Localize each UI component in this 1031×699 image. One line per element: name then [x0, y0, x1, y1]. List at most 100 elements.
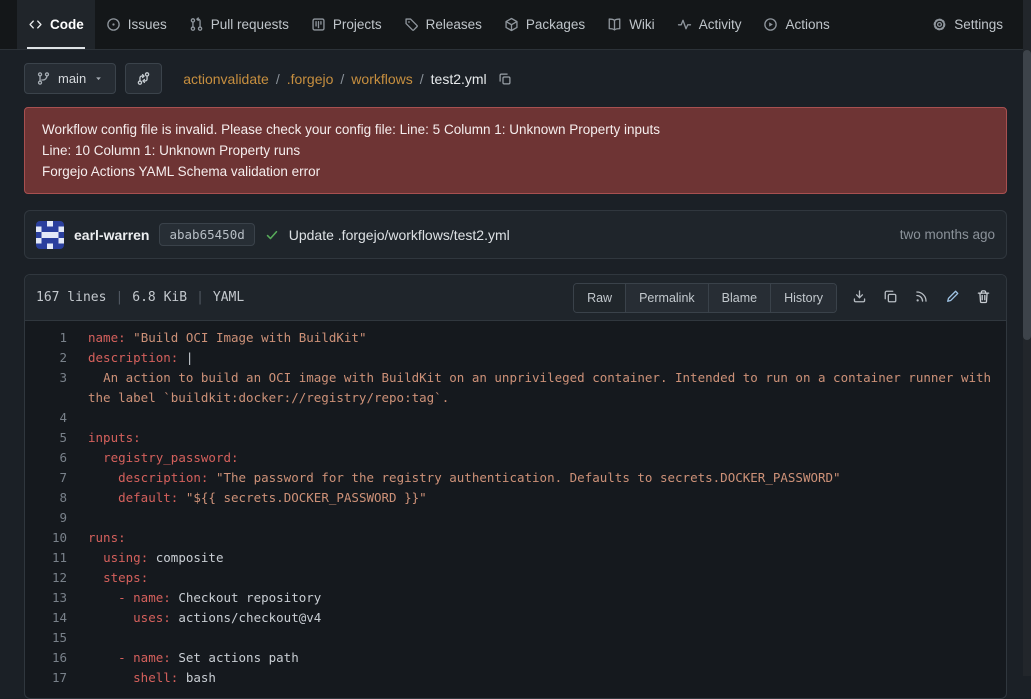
package-icon — [504, 17, 519, 32]
breadcrumb-segment[interactable]: actionvalidate — [183, 71, 269, 87]
line-number[interactable]: 13 — [25, 588, 88, 608]
file-toolbar: main actionvalidate/.forgejo/workflows/t… — [24, 63, 1007, 94]
delete-button[interactable] — [976, 289, 991, 307]
project-icon — [311, 17, 326, 32]
tab-projects[interactable]: Projects — [300, 0, 393, 49]
history-button[interactable]: History — [770, 284, 836, 312]
tab-wiki[interactable]: Wiki — [596, 0, 666, 49]
error-banner: Workflow config file is invalid. Please … — [24, 107, 1007, 194]
code-line-content — [88, 628, 1006, 648]
code-line: 16 - name: Set actions path — [25, 648, 1006, 668]
error-message-line: Line: 10 Column 1: Unknown Property runs — [42, 140, 989, 161]
breadcrumb-separator: / — [276, 71, 280, 87]
line-number[interactable]: 3 — [25, 368, 88, 408]
breadcrumb-separator: / — [340, 71, 344, 87]
tab-actions[interactable]: Actions — [752, 0, 840, 49]
file-action-icons — [852, 289, 995, 307]
tab-issues-label: Issues — [128, 17, 167, 32]
code-line-content: registry_password: — [88, 448, 1006, 468]
code-line-content: shell: bash — [88, 668, 1006, 688]
git-branch-icon — [36, 71, 51, 86]
code-line-content: An action to build an OCI image with Bui… — [88, 368, 1006, 408]
code-line: 17 shell: bash — [25, 668, 1006, 688]
line-number[interactable]: 1 — [25, 328, 88, 348]
file-meta-item: YAML — [213, 290, 244, 305]
scrollbar-thumb[interactable] — [1023, 50, 1031, 340]
line-number[interactable]: 17 — [25, 668, 88, 688]
code-line-content: steps: — [88, 568, 1006, 588]
edit-button[interactable] — [945, 289, 960, 307]
code-view: 1name: "Build OCI Image with BuildKit"2d… — [25, 321, 1006, 698]
raw-button[interactable]: Raw — [574, 284, 625, 312]
caret-down-icon — [93, 73, 104, 84]
commit-author[interactable]: earl-warren — [74, 227, 149, 243]
commit-status-check-icon[interactable] — [265, 228, 279, 242]
nav-spacer — [841, 0, 921, 49]
permalink-button[interactable]: Permalink — [625, 284, 708, 312]
code-line: 2description: | — [25, 348, 1006, 368]
copy-content-button[interactable] — [883, 289, 898, 307]
copy-path-icon[interactable] — [498, 72, 512, 86]
code-line-content: name: "Build OCI Image with BuildKit" — [88, 328, 1006, 348]
breadcrumb-segment: test2.yml — [431, 71, 487, 87]
git-compare-icon — [136, 71, 151, 86]
code-line: 9 — [25, 508, 1006, 528]
compare-button[interactable] — [125, 63, 162, 94]
branch-name: main — [58, 71, 86, 86]
code-line: 12 steps: — [25, 568, 1006, 588]
code-line-content — [88, 508, 1006, 528]
play-icon — [763, 17, 778, 32]
line-number[interactable]: 15 — [25, 628, 88, 648]
line-number[interactable]: 11 — [25, 548, 88, 568]
line-number[interactable]: 16 — [25, 648, 88, 668]
tab-releases[interactable]: Releases — [393, 0, 493, 49]
tab-issues[interactable]: Issues — [95, 0, 178, 49]
commit-message[interactable]: Update .forgejo/workflows/test2.yml — [289, 227, 510, 243]
error-message-line: Forgejo Actions YAML Schema validation e… — [42, 161, 989, 182]
line-number[interactable]: 9 — [25, 508, 88, 528]
edit-icon — [945, 289, 960, 304]
breadcrumb-segment[interactable]: .forgejo — [287, 71, 334, 87]
rss-button[interactable] — [914, 289, 929, 307]
issue-icon — [106, 17, 121, 32]
file-view: 167 lines|6.8 KiB|YAML RawPermalinkBlame… — [24, 274, 1007, 699]
scrollbar-track[interactable] — [1023, 0, 1031, 676]
code-line: 5inputs: — [25, 428, 1006, 448]
tab-projects-label: Projects — [333, 17, 382, 32]
code-line-content — [88, 408, 1006, 428]
download-button[interactable] — [852, 289, 867, 307]
file-actions: RawPermalinkBlameHistory — [573, 283, 995, 313]
pull-request-icon — [189, 17, 204, 32]
tab-settings[interactable]: Settings — [921, 0, 1014, 49]
delete-icon — [976, 289, 991, 304]
code-line: 10runs: — [25, 528, 1006, 548]
tab-code[interactable]: Code — [17, 0, 95, 49]
breadcrumb-segment[interactable]: workflows — [351, 71, 412, 87]
line-number[interactable]: 8 — [25, 488, 88, 508]
line-number[interactable]: 12 — [25, 568, 88, 588]
line-number[interactable]: 5 — [25, 428, 88, 448]
tab-packages[interactable]: Packages — [493, 0, 596, 49]
line-number[interactable]: 4 — [25, 408, 88, 428]
line-number[interactable]: 14 — [25, 608, 88, 628]
tab-activity[interactable]: Activity — [666, 0, 753, 49]
code-line: 11 using: composite — [25, 548, 1006, 568]
pulse-icon — [677, 17, 692, 32]
code-line-content: description: | — [88, 348, 1006, 368]
tab-pull-requests[interactable]: Pull requests — [178, 0, 300, 49]
line-number[interactable]: 10 — [25, 528, 88, 548]
tab-packages-label: Packages — [526, 17, 585, 32]
line-number[interactable]: 7 — [25, 468, 88, 488]
error-message-line: Workflow config file is invalid. Please … — [42, 119, 989, 140]
tab-releases-label: Releases — [426, 17, 482, 32]
line-number[interactable]: 2 — [25, 348, 88, 368]
line-number[interactable]: 6 — [25, 448, 88, 468]
blame-button[interactable]: Blame — [708, 284, 770, 312]
commit-hash-button[interactable]: abab65450d — [159, 223, 254, 246]
copy-content-icon — [883, 289, 898, 304]
author-avatar[interactable] — [36, 221, 64, 249]
tab-settings-label: Settings — [954, 17, 1003, 32]
code-line: 1name: "Build OCI Image with BuildKit" — [25, 328, 1006, 348]
branch-selector[interactable]: main — [24, 63, 116, 94]
file-meta-item: 6.8 KiB — [132, 290, 187, 305]
